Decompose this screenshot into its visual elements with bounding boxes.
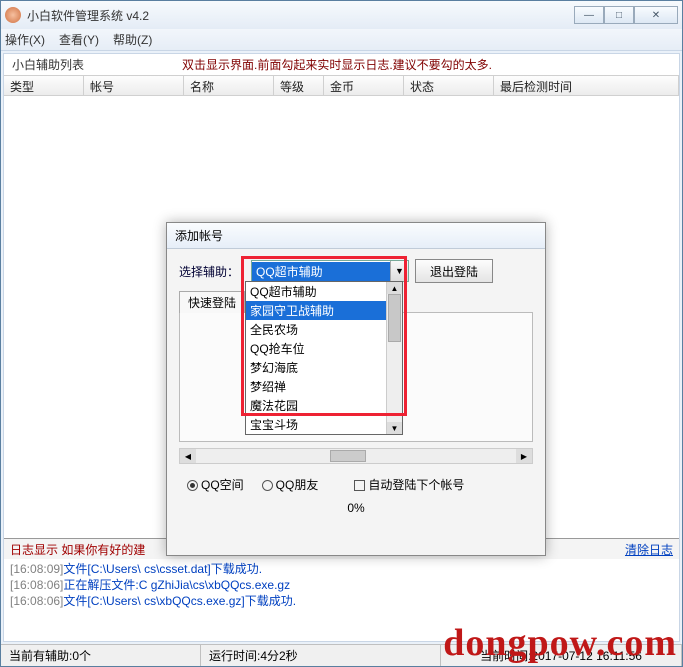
dropdown-item[interactable]: 梦幻海底 <box>246 358 386 377</box>
menubar: 操作(X) 查看(Y) 帮助(Z) <box>1 29 682 51</box>
log-text: 正在解压文件:C gZhiJia\cs\xbQQcs.exe.gz <box>63 578 290 592</box>
dropdown-item[interactable]: QQ超市辅助 <box>246 282 386 301</box>
scroll-right-icon[interactable]: ▶ <box>516 449 532 463</box>
window-title: 小白软件管理系统 v4.2 <box>27 7 574 24</box>
radio-qqfriend[interactable]: QQ朋友 <box>262 476 319 493</box>
titlebar[interactable]: 小白软件管理系统 v4.2 — □ ✕ <box>1 1 682 29</box>
dropdown-item[interactable]: 宝宝斗场 <box>246 415 386 434</box>
col-account[interactable]: 帐号 <box>84 76 184 95</box>
dialog-title[interactable]: 添加帐号 <box>167 223 545 249</box>
scroll-up-icon[interactable]: ▲ <box>387 282 402 294</box>
menu-op[interactable]: 操作(X) <box>5 31 45 48</box>
clear-log-link[interactable]: 清除日志 <box>625 541 673 558</box>
select-assist-label: 选择辅助： <box>179 263 245 280</box>
add-account-dialog: 添加帐号 选择辅助： QQ超市辅助 ▼ 退出登陆 QQ超市辅助家园守卫战辅助全民… <box>166 222 546 556</box>
radio-qqzone[interactable]: QQ空间 <box>187 476 244 493</box>
statusbar: 当前有辅助:0个 运行时间:4分2秒 当前时间:2017-07-12 16:11… <box>1 644 682 666</box>
content-area: 小白辅助列表 双击显示界面.前面勾起来实时显示日志.建议不要勾的太多. 类型 帐… <box>3 53 680 642</box>
status-time: 当前时间:2017-07-12 16:11:56 <box>441 645 682 666</box>
chevron-down-icon[interactable]: ▼ <box>390 261 408 281</box>
dropdown-item[interactable]: 家园守卫战辅助 <box>246 301 386 320</box>
dropdown-item[interactable]: QQ抢车位 <box>246 339 386 358</box>
exit-login-button[interactable]: 退出登陆 <box>415 259 493 283</box>
log-ts: [16:08:06] <box>10 578 63 592</box>
log-ts: [16:08:09] <box>10 562 63 576</box>
list-label: 小白辅助列表 <box>12 56 182 73</box>
assist-dropdown: QQ超市辅助家园守卫战辅助全民农场QQ抢车位梦幻海底梦绍禅魔法花园宝宝斗场 ▲ … <box>245 281 403 435</box>
scroll-thumb[interactable] <box>388 294 401 342</box>
combo-selected: QQ超市辅助 <box>252 262 390 281</box>
assist-combobox[interactable]: QQ超市辅助 ▼ <box>251 260 409 282</box>
tab-quick-login[interactable]: 快速登陆 <box>179 291 245 313</box>
col-level[interactable]: 等级 <box>274 76 324 95</box>
log-ts: [16:08:06] <box>10 594 63 608</box>
close-button[interactable]: ✕ <box>634 6 678 24</box>
scroll-left-icon[interactable]: ◀ <box>180 449 196 463</box>
app-icon <box>5 7 21 23</box>
dropdown-item[interactable]: 梦绍禅 <box>246 377 386 396</box>
top-row: 小白辅助列表 双击显示界面.前面勾起来实时显示日志.建议不要勾的太多. <box>4 54 679 76</box>
status-assist-count: 当前有辅助:0个 <box>1 645 201 666</box>
minimize-button[interactable]: — <box>574 6 604 24</box>
log-text: 文件[C:\Users\ cs\xbQQcs.exe.gz]下载成功. <box>63 594 296 608</box>
menu-help[interactable]: 帮助(Z) <box>113 31 152 48</box>
col-status[interactable]: 状态 <box>404 76 494 95</box>
col-name[interactable]: 名称 <box>184 76 274 95</box>
grid-header: 类型 帐号 名称 等级 金币 状态 最后检测时间 <box>4 76 679 96</box>
status-runtime: 运行时间:4分2秒 <box>201 645 441 666</box>
horizontal-scrollbar[interactable]: ◀ ▶ <box>179 448 533 464</box>
scroll-down-icon[interactable]: ▼ <box>387 422 402 434</box>
hscroll-thumb[interactable] <box>330 450 366 462</box>
progress-text: 0% <box>179 501 533 515</box>
col-lastcheck[interactable]: 最后检测时间 <box>494 76 679 95</box>
maximize-button[interactable]: □ <box>604 6 634 24</box>
dropdown-scrollbar[interactable]: ▲ ▼ <box>386 282 402 434</box>
col-gold[interactable]: 金币 <box>324 76 404 95</box>
log-body[interactable]: [16:08:09]文件[C:\Users\ cs\csset.dat]下载成功… <box>4 559 679 641</box>
hint-text: 双击显示界面.前面勾起来实时显示日志.建议不要勾的太多. <box>182 56 492 73</box>
dropdown-item[interactable]: 魔法花园 <box>246 396 386 415</box>
menu-view[interactable]: 查看(Y) <box>59 31 99 48</box>
col-type[interactable]: 类型 <box>4 76 84 95</box>
log-text: 文件[C:\Users\ cs\csset.dat]下载成功. <box>63 562 262 576</box>
main-window: 小白软件管理系统 v4.2 — □ ✕ 操作(X) 查看(Y) 帮助(Z) 小白… <box>0 0 683 667</box>
checkbox-auto-next[interactable]: 自动登陆下个帐号 <box>354 476 464 493</box>
dropdown-item[interactable]: 全民农场 <box>246 320 386 339</box>
